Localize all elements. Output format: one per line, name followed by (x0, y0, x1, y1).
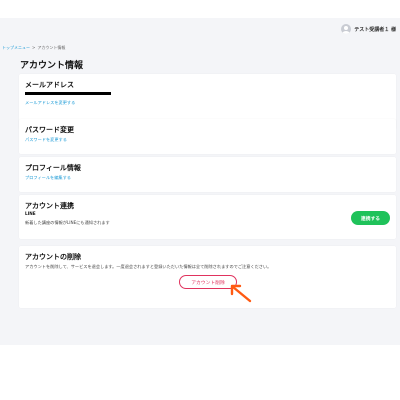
breadcrumb-top-menu-link[interactable]: トップメニュー (2, 45, 30, 50)
line-service-label: LINE (25, 211, 36, 216)
email-address-masked (25, 92, 111, 95)
change-password-link[interactable]: パスワードを変更する (25, 137, 67, 143)
line-description: 新着した講座の情報がLINEにも通知されます (25, 220, 110, 225)
delete-account-card: アカウントの削除 アカウントを削除して、サービスを退会します。一度退会されますと… (19, 246, 396, 308)
delete-account-description: アカウントを削除して、サービスを退会します。一度退会されますと登録いただいた情報… (25, 264, 272, 269)
page-title: アカウント情報 (20, 61, 84, 71)
annotation-arrow-icon (230, 284, 252, 303)
email-card-title: メールアドレス (25, 81, 74, 89)
user-name: テスト受講者１ 様 (354, 26, 396, 33)
password-card-title: パスワード変更 (25, 126, 74, 134)
avatar-icon (341, 24, 352, 34)
connect-line-button[interactable]: 連携する (351, 211, 390, 225)
top-header: テスト受講者１ 様 (0, 18, 400, 40)
breadcrumb-current: アカウント情報 (37, 45, 66, 50)
breadcrumb-separator: > (32, 45, 36, 50)
breadcrumb: トップメニュー > アカウント情報 (2, 45, 65, 51)
change-email-link[interactable]: メールアドレスを変更する (25, 100, 75, 106)
account-link-card-title: アカウント連携 (25, 202, 74, 210)
delete-account-card-title: アカウントの削除 (25, 253, 81, 261)
edit-profile-link[interactable]: プロフィールを編集する (25, 175, 71, 181)
app-window: テスト受講者１ 様 トップメニュー > アカウント情報 アカウント情報 メールアドレ… (0, 18, 400, 345)
profile-card: プロフィール情報 プロフィールを編集する (19, 157, 396, 192)
password-card: パスワード変更 パスワードを変更する (19, 119, 396, 154)
user-menu[interactable]: テスト受講者１ 様 (341, 24, 396, 34)
account-link-card: アカウント連携 LINE 新着した講座の情報がLINEにも通知されます 連携する (19, 195, 396, 239)
profile-card-title: プロフィール情報 (25, 164, 81, 172)
